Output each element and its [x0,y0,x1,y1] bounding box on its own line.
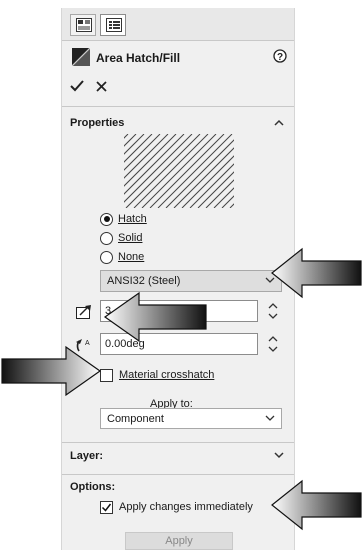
hatch-icon [72,48,90,66]
radio-solid[interactable]: Solid [100,230,142,246]
callout-arrow [1,345,102,397]
apply-button[interactable]: Apply [125,532,233,550]
ok-checkmark-icon[interactable] [70,80,84,92]
pattern-value: ANSI32 (Steel) [107,275,181,287]
help-icon[interactable]: ? [273,49,287,63]
radio-button-solid[interactable] [100,231,113,245]
divider [62,442,294,443]
radio-label-solid: Solid [118,232,143,244]
section-options-label[interactable]: Options: [70,481,115,493]
checkmark-icon [101,503,112,512]
material-crosshatch-label: Material crosshatch [119,369,215,381]
section-layer-label[interactable]: Layer: [70,450,103,462]
feature-tree-tab-icon [106,18,122,32]
pattern-dropdown[interactable]: ANSI32 (Steel) [100,270,282,292]
radio-button-hatch[interactable] [100,212,113,226]
callout-arrow [271,247,362,299]
apply-to-value: Component [107,413,164,425]
apply-changes-row[interactable]: Apply changes immediately [100,499,253,515]
callout-arrow [103,291,207,343]
property-manager-panel: Area Hatch/Fill ? Properties Hatch Solid… [61,8,295,550]
radio-none[interactable]: None [100,249,144,265]
chevron-down-icon [265,415,275,421]
page-title: Area Hatch/Fill [96,51,181,65]
tab-feature-tree[interactable] [100,14,126,36]
hatch-preview [124,134,234,208]
apply-to-dropdown[interactable]: Component [100,408,282,429]
svg-text:?: ? [277,52,283,63]
divider [62,106,294,107]
radio-label-none: None [118,251,145,263]
scale-spinner[interactable] [267,300,279,322]
divider [62,474,294,475]
property-tab-icon [76,18,92,32]
chevron-up-icon[interactable] [274,119,284,126]
callout-arrow [271,479,362,531]
chevron-down-icon[interactable] [274,452,284,459]
tab-property-manager[interactable] [70,14,96,36]
section-properties-label[interactable]: Properties [70,117,124,129]
radio-button-none[interactable] [100,250,113,264]
angle-spinner[interactable] [267,333,279,355]
scale-icon [76,305,91,319]
radio-label-hatch: Hatch [118,213,147,225]
panel-tabs [62,8,294,41]
material-crosshatch-row[interactable]: Material crosshatch [100,367,214,383]
apply-changes-label: Apply changes immediately [119,501,253,513]
radio-hatch[interactable]: Hatch [100,211,147,227]
title-row: Area Hatch/Fill ? [62,48,294,70]
apply-changes-checkbox[interactable] [100,500,113,514]
cancel-x-icon[interactable] [96,81,107,92]
